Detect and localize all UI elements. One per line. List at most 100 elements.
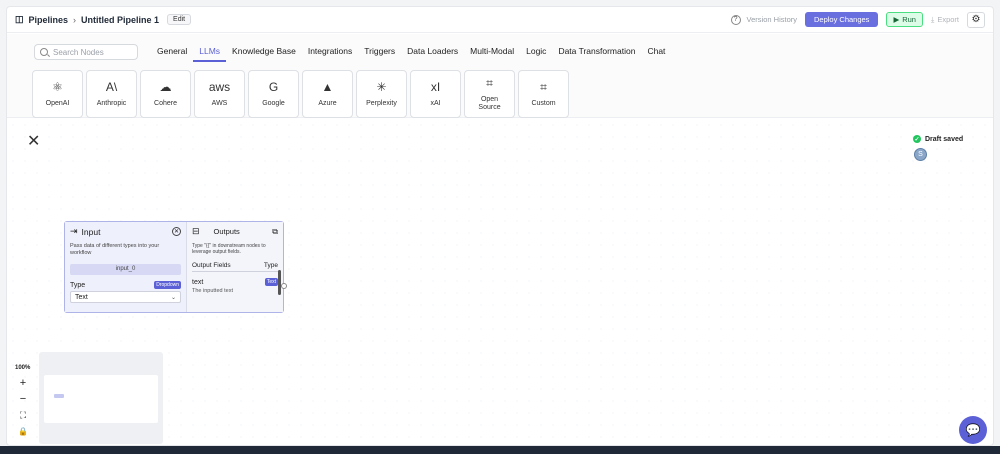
node-tile-cohere[interactable]: ☁ Cohere bbox=[140, 70, 191, 118]
chat-support-button[interactable]: 💬 bbox=[959, 416, 987, 444]
node-tile-label: Perplexity bbox=[366, 99, 397, 107]
fit-view-icon[interactable]: ⛶ bbox=[17, 409, 29, 421]
lock-icon[interactable]: 🔒 bbox=[17, 425, 29, 437]
outputs-panel: ⊟ Outputs ⧉ Type "{{" in downstream node… bbox=[187, 222, 287, 312]
deploy-changes-button[interactable]: Deploy Changes bbox=[804, 12, 879, 27]
close-node-icon[interactable]: ✕ bbox=[172, 227, 181, 236]
node-tile-label: Google bbox=[262, 99, 285, 107]
zoom-controls: + − ⛶ 🔒 bbox=[17, 377, 29, 437]
tab-chat[interactable]: Chat bbox=[641, 46, 671, 62]
chat-icon: 💬 bbox=[965, 423, 981, 437]
node-tile-google[interactable]: G Google bbox=[248, 70, 299, 118]
close-icon[interactable]: ✕ bbox=[27, 131, 40, 151]
app-window: ◫ Pipelines › Untitled Pipeline 1 Edit ?… bbox=[6, 6, 994, 446]
node-tile-azure[interactable]: ▲ Azure bbox=[302, 70, 353, 118]
type-label: Type bbox=[70, 281, 86, 289]
breadcrumb: ◫ Pipelines › Untitled Pipeline 1 Edit bbox=[15, 14, 192, 25]
settings-button[interactable]: ⚙ bbox=[967, 11, 985, 28]
input-node[interactable]: ⇥ Input ✕ Pass data of different types i… bbox=[64, 221, 287, 313]
outputs-title: Outputs bbox=[213, 227, 240, 236]
outputs-scrollbar[interactable] bbox=[278, 270, 281, 295]
help-icon[interactable]: ? bbox=[730, 14, 741, 25]
version-history-button[interactable]: ? Version History bbox=[730, 14, 797, 25]
node-toolbar: Search Nodes General LLMs Knowledge Base In… bbox=[7, 34, 993, 118]
openai-icon: ⚛ bbox=[52, 79, 63, 94]
node-tiles: ⚛ OpenAI A\ Anthropic ☁ Cohere aws AWS G Google ▲ A… bbox=[32, 70, 569, 118]
chevron-down-icon: ⌄ bbox=[170, 294, 176, 301]
type-tag: Dropdown bbox=[154, 281, 181, 289]
node-tile-label: xAI bbox=[430, 99, 441, 107]
node-description: Pass data of different types into your w… bbox=[70, 243, 160, 256]
input-icon: ⇥ bbox=[70, 226, 78, 236]
cohere-icon: ☁ bbox=[159, 79, 172, 94]
search-input[interactable]: Search Nodes bbox=[34, 44, 138, 60]
export-button[interactable]: ⤓ Export bbox=[931, 15, 959, 25]
zoom-out-icon[interactable]: − bbox=[17, 393, 29, 405]
output-fields-label: Output Fields bbox=[192, 262, 231, 269]
node-tile-label: Open Source bbox=[478, 95, 501, 111]
external-link-icon[interactable]: ⧉ bbox=[272, 227, 278, 237]
node-tile-openai[interactable]: ⚛ OpenAI bbox=[32, 70, 83, 118]
zoom-level: 100% bbox=[15, 365, 31, 371]
node-tile-custom[interactable]: ⌗ Custom bbox=[518, 70, 569, 118]
node-tile-label: Custom bbox=[531, 99, 556, 107]
pipeline-canvas[interactable]: ✕ ✓ Draft saved S ⇥ Input ✕ Pass data of… bbox=[7, 119, 993, 445]
minimap[interactable] bbox=[39, 352, 163, 444]
tab-integrations[interactable]: Integrations bbox=[302, 46, 358, 62]
node-tile-perplexity[interactable]: ✳ Perplexity bbox=[356, 70, 407, 118]
search-placeholder: Search Nodes bbox=[53, 47, 104, 57]
version-history-label: Version History bbox=[746, 15, 797, 24]
field-description: The inputted text bbox=[192, 288, 233, 294]
xai-icon: xI bbox=[430, 79, 441, 94]
node-tile-open-source[interactable]: ⌗ Open Source bbox=[464, 70, 515, 118]
outputs-icon: ⊟ bbox=[192, 226, 200, 236]
node-tile-label: OpenAI bbox=[45, 99, 70, 107]
taskbar bbox=[0, 446, 1000, 454]
tab-triggers[interactable]: Triggers bbox=[358, 46, 401, 62]
sidebar-toggle-icon[interactable]: ◫ bbox=[15, 14, 24, 25]
node-tile-label: Anthropic bbox=[96, 99, 127, 107]
edit-button[interactable]: Edit bbox=[167, 14, 192, 25]
node-tile-aws[interactable]: aws AWS bbox=[194, 70, 245, 118]
anthropic-icon: A\ bbox=[105, 79, 118, 94]
crop-icon: ⌗ bbox=[486, 75, 493, 90]
node-tile-label: Azure bbox=[318, 99, 337, 107]
field-name: text bbox=[192, 278, 204, 286]
export-label: Export bbox=[937, 15, 959, 24]
check-icon: ✓ bbox=[913, 135, 921, 143]
perplexity-icon: ✳ bbox=[376, 79, 387, 94]
node-tile-xai[interactable]: xI xAI bbox=[410, 70, 461, 118]
output-field-row: text Text bbox=[192, 278, 278, 286]
avatar[interactable]: S bbox=[914, 148, 927, 161]
tab-logic[interactable]: Logic bbox=[520, 46, 552, 62]
draft-status-label: Draft saved bbox=[925, 135, 964, 143]
tab-multi-modal[interactable]: Multi-Modal bbox=[464, 46, 520, 62]
node-title-label: Input bbox=[81, 226, 101, 237]
tab-data-loaders[interactable]: Data Loaders bbox=[401, 46, 464, 62]
pipeline-name: Untitled Pipeline 1 bbox=[81, 14, 160, 25]
tab-data-transformation[interactable]: Data Transformation bbox=[552, 46, 641, 62]
azure-icon: ▲ bbox=[321, 79, 334, 94]
node-tile-anthropic[interactable]: A\ Anthropic bbox=[86, 70, 137, 118]
breadcrumb-pipelines[interactable]: Pipelines bbox=[29, 15, 69, 25]
output-handle[interactable] bbox=[281, 283, 287, 289]
run-button[interactable]: ▶ Run bbox=[886, 12, 923, 27]
tab-llms[interactable]: LLMs bbox=[193, 46, 227, 62]
minimap-viewport[interactable] bbox=[44, 375, 158, 423]
node-tile-label: Cohere bbox=[154, 99, 177, 107]
outputs-header: ⊟ Outputs ⧉ bbox=[192, 226, 278, 237]
gear-icon: ⚙ bbox=[971, 14, 981, 25]
tab-general[interactable]: General bbox=[151, 46, 193, 62]
chevron-right-icon: › bbox=[73, 14, 77, 25]
node-name-field[interactable]: input_0 bbox=[70, 264, 181, 275]
outputs-description: Type "{{" in downstream nodes to leverag… bbox=[192, 243, 266, 255]
node-title: ⇥ Input ✕ bbox=[70, 226, 181, 237]
type-select-value: Text bbox=[75, 293, 88, 301]
tab-knowledge-base[interactable]: Knowledge Base bbox=[226, 46, 302, 62]
zoom-in-icon[interactable]: + bbox=[17, 377, 29, 389]
draft-status: ✓ Draft saved bbox=[913, 135, 963, 143]
type-select[interactable]: Text ⌄ bbox=[70, 291, 181, 303]
run-label: Run bbox=[902, 15, 916, 24]
output-fields-header: Output Fields Type bbox=[192, 262, 278, 272]
play-icon: ▶ bbox=[893, 15, 900, 24]
